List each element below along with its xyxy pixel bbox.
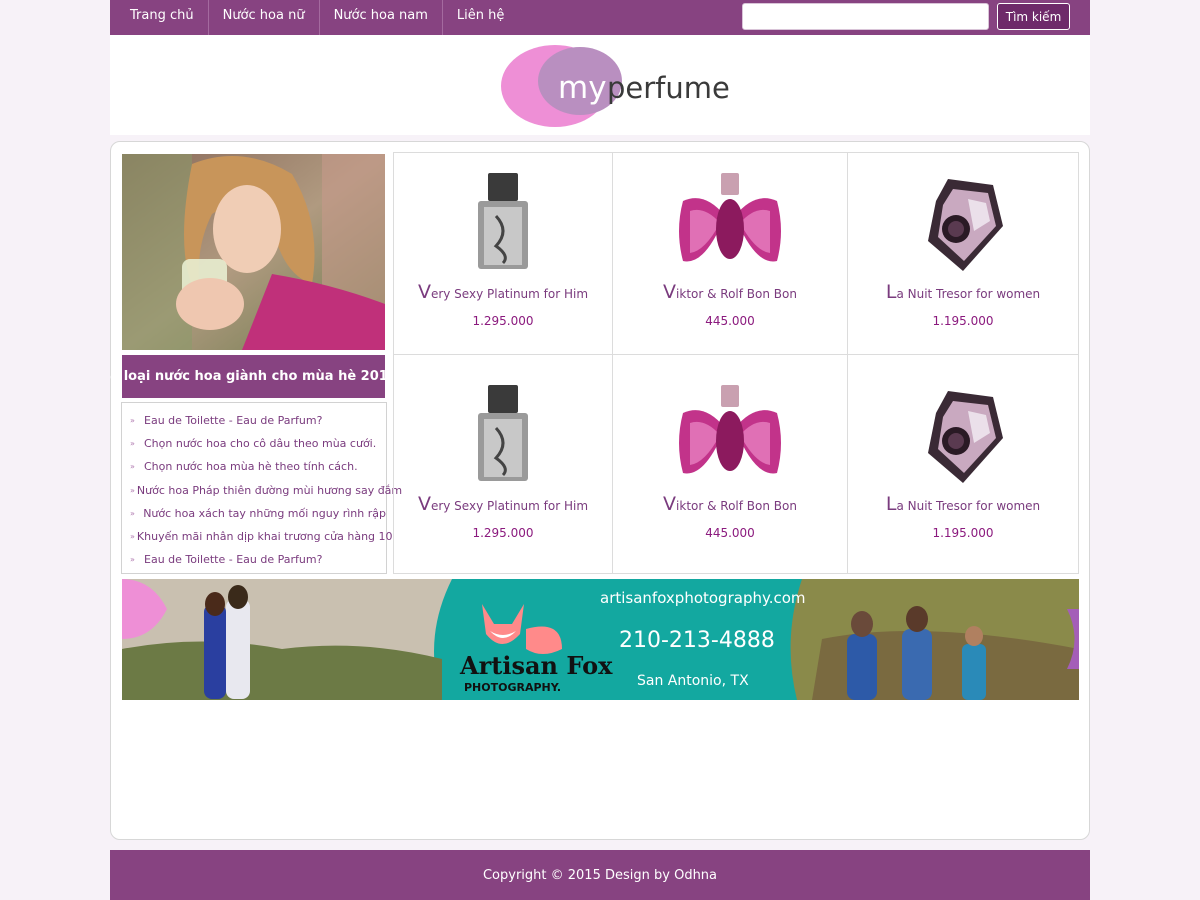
perfume-bottle-silver-icon[interactable] <box>448 383 558 488</box>
product-name[interactable]: Viktor & Rolf Bon Bon <box>613 493 847 515</box>
main-content: 4 loại nước hoa giành cho mùa hè 2019 » E… <box>110 141 1090 840</box>
product-name[interactable]: Viktor & Rolf Bon Bon <box>613 281 847 303</box>
article-list: » Eau de Toilette - Eau de Parfum? » Chọn … <box>121 402 402 574</box>
featured-photo[interactable] <box>122 154 385 350</box>
nav-home[interactable]: Trang chủ <box>110 0 209 35</box>
perfume-bottle-bow-pink-icon[interactable] <box>675 171 785 276</box>
search-input[interactable] <box>742 3 989 30</box>
site-footer: Copyright © 2015 Design by Odhna <box>110 850 1090 900</box>
product-card[interactable]: La Nuit Tresor for women 1.195.000 <box>848 153 1078 355</box>
article-link[interactable]: » Eau de Toilette - Eau de Parfum? <box>130 409 386 432</box>
product-card[interactable]: Viktor & Rolf Bon Bon 445.000 <box>613 153 848 355</box>
article-link[interactable]: » Nước hoa Pháp thiên đường mùi hương say… <box>130 479 402 502</box>
product-name[interactable]: La Nuit Tresor for women <box>848 493 1078 515</box>
article-banner-title[interactable]: 4 loại nước hoa giành cho mùa hè 2019 <box>110 355 397 398</box>
product-name[interactable]: La Nuit Tresor for women <box>848 281 1078 303</box>
perfume-bottle-crystal-icon[interactable] <box>908 383 1018 488</box>
product-price: 445.000 <box>705 526 755 540</box>
product-name[interactable]: Very Sexy Platinum for Him <box>394 493 612 515</box>
bullet-icon: » <box>130 532 135 542</box>
product-name[interactable]: Very Sexy Platinum for Him <box>394 281 612 303</box>
article-link[interactable]: » Eau de Toilette - Eau de Parfum? <box>130 548 386 571</box>
logo-my-text: my <box>558 70 607 106</box>
bullet-icon: » <box>130 555 135 565</box>
article-link[interactable]: » Nước hoa xách tay những mối nguy rình r… <box>130 502 386 525</box>
article-link[interactable]: » Chọn nước hoa cho cô dâu theo mùa cưới. <box>130 432 386 455</box>
product-price: 445.000 <box>705 314 755 328</box>
top-nav-bar: Trang chủ Nước hoa nữ Nước hoa nam Liên … <box>110 0 1090 35</box>
nav-contact[interactable]: Liên hệ <box>443 0 518 35</box>
bullet-icon: » <box>130 416 135 426</box>
perfume-bottle-bow-pink-icon[interactable] <box>675 383 785 488</box>
site-header: my perfume <box>110 35 1090 135</box>
bullet-icon: » <box>130 485 135 495</box>
perfume-bottle-silver-icon[interactable] <box>448 171 558 276</box>
logo-perfume-text: perfume <box>607 71 730 105</box>
main-menu: Trang chủ Nước hoa nữ Nước hoa nam Liên … <box>110 0 518 35</box>
myperfume-logo[interactable]: my perfume <box>500 43 730 129</box>
bullet-icon: » <box>130 462 135 472</box>
ad-brand-text: Artisan Fox <box>459 651 613 680</box>
product-card[interactable]: La Nuit Tresor for women 1.195.000 <box>848 355 1078 573</box>
nav-women-perfume[interactable]: Nước hoa nữ <box>209 0 320 35</box>
product-price: 1.295.000 <box>472 526 534 540</box>
product-grid: Very Sexy Platinum for Him 1.295.000 Vik… <box>393 152 1079 574</box>
product-price: 1.295.000 <box>472 314 534 328</box>
ad-website-text: artisanfoxphotography.com <box>600 589 806 607</box>
bullet-icon: » <box>130 439 135 449</box>
perfume-bottle-crystal-icon[interactable] <box>908 171 1018 276</box>
ad-phone-text: 210-213-4888 <box>619 628 775 653</box>
product-price: 1.195.000 <box>932 526 994 540</box>
article-link[interactable]: » Chọn nước hoa mùa hè theo tính cách. <box>130 455 386 478</box>
product-price: 1.195.000 <box>932 314 994 328</box>
search-button[interactable]: Tìm kiếm <box>997 3 1070 30</box>
article-link[interactable]: » Khuyến mãi nhân dịp khai trương cửa hàn… <box>130 525 393 548</box>
product-card[interactable]: Very Sexy Platinum for Him 1.295.000 <box>394 355 613 573</box>
ad-brand-sub-text: PHOTOGRAPHY. <box>464 681 561 694</box>
product-card[interactable]: Very Sexy Platinum for Him 1.295.000 <box>394 153 613 355</box>
copyright-text: Copyright © 2015 Design by Odhna <box>482 867 718 883</box>
ad-location-text: San Antonio, TX <box>637 673 749 689</box>
bullet-icon: » <box>130 508 135 518</box>
nav-men-perfume[interactable]: Nước hoa nam <box>320 0 443 35</box>
ad-banner[interactable]: artisanfoxphotography.com 210-213-4888 A… <box>122 579 1079 700</box>
product-card[interactable]: Viktor & Rolf Bon Bon 445.000 <box>613 355 848 573</box>
